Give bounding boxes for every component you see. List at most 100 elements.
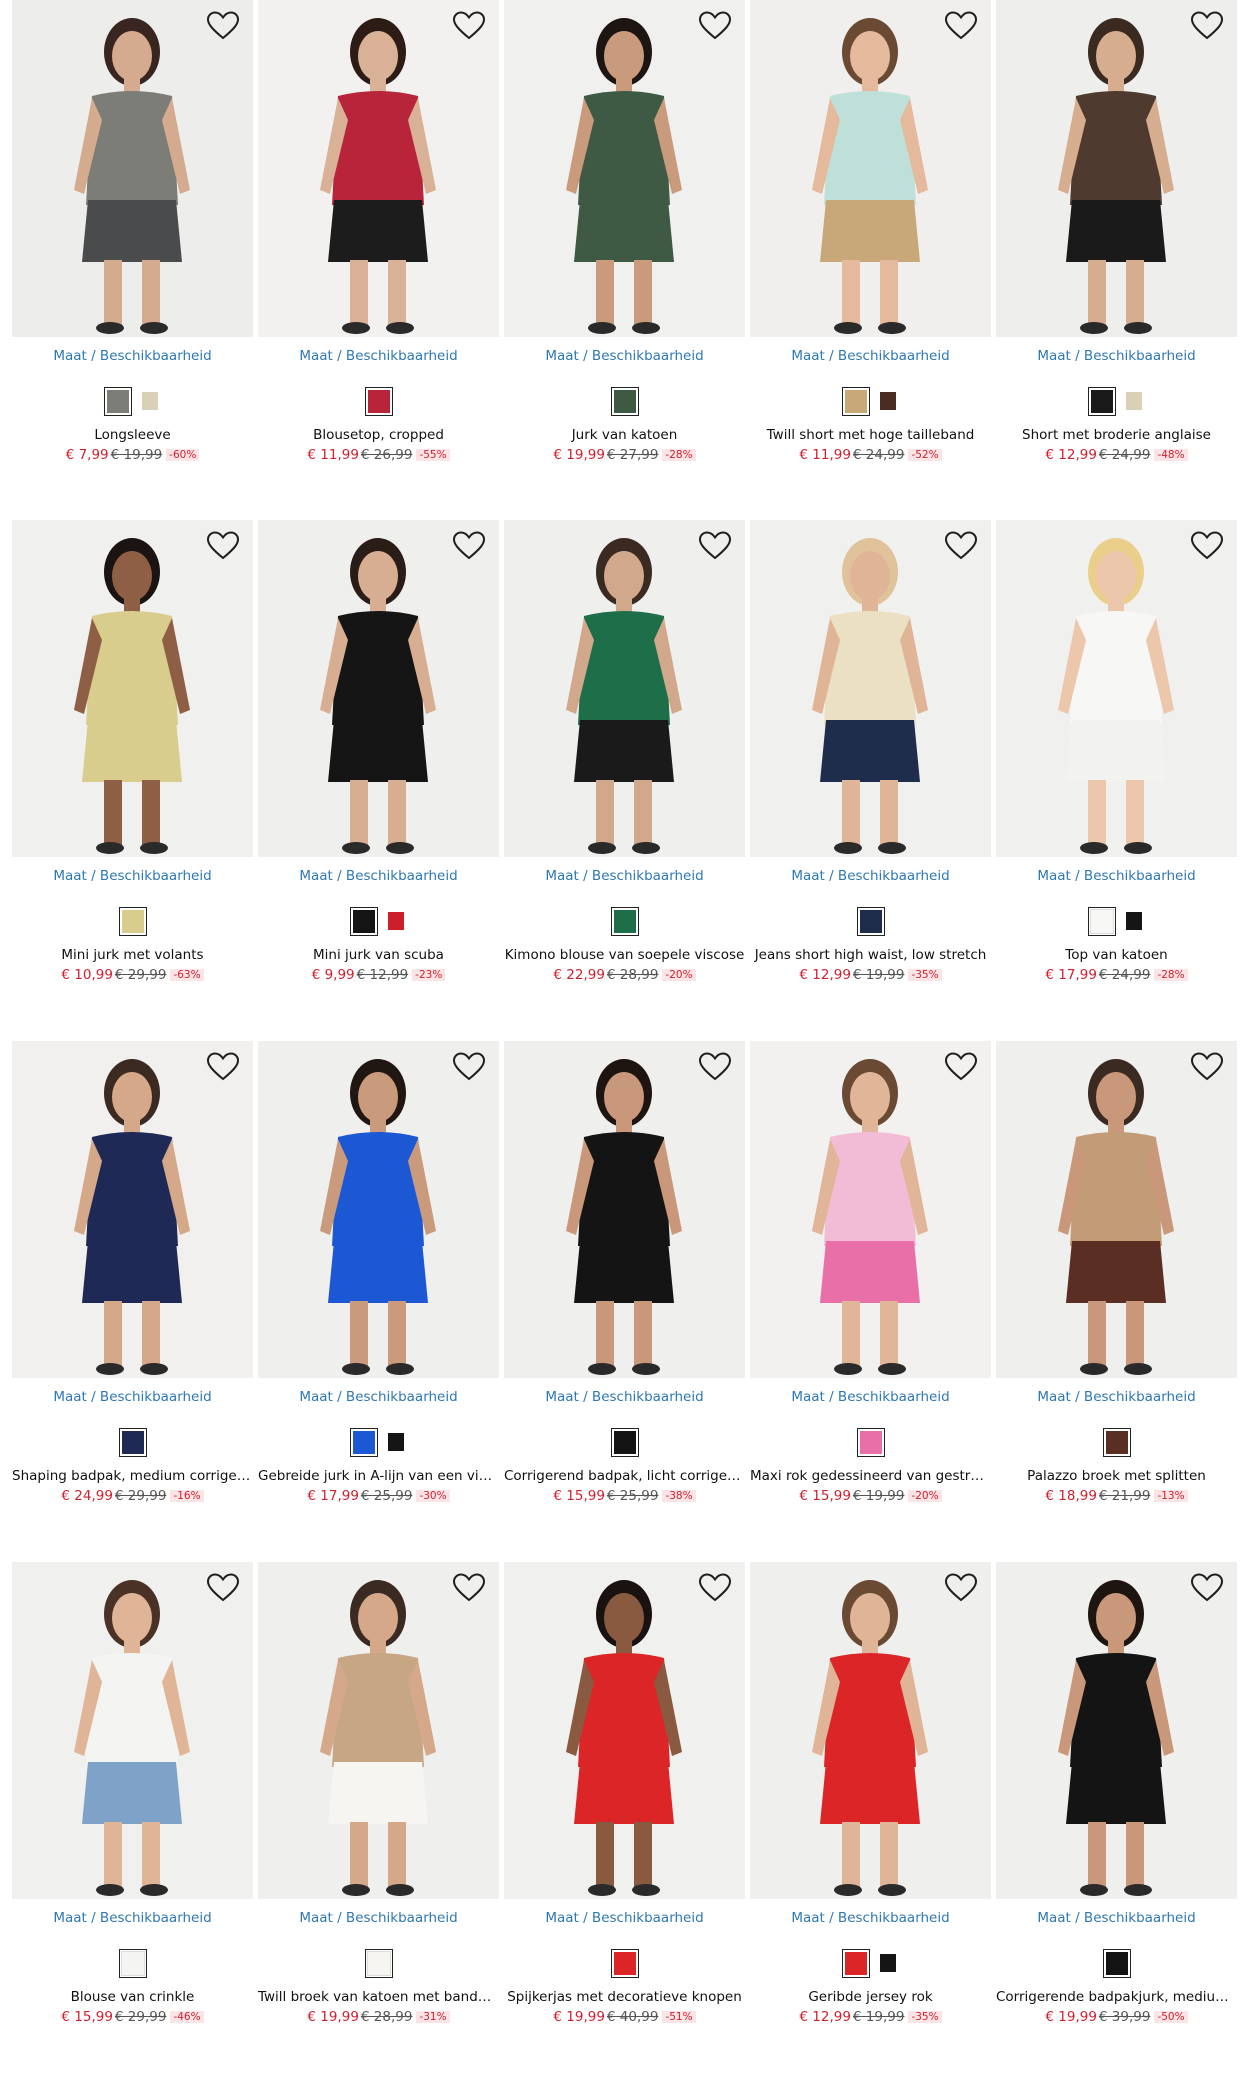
- heart-icon[interactable]: [944, 530, 978, 562]
- product-name[interactable]: Blouse van crinkle: [12, 1989, 253, 2009]
- size-availability-link[interactable]: Maat / Beschikbaarheid: [258, 1389, 499, 1409]
- product-card[interactable]: Maat / Beschikbaarheid Corrigerende badpa…: [996, 1562, 1237, 2029]
- heart-icon[interactable]: [1190, 10, 1224, 42]
- heart-icon[interactable]: [206, 530, 240, 562]
- product-card[interactable]: Maat / Beschikbaarheid Geribde jersey rok…: [750, 1562, 991, 2029]
- size-availability-link[interactable]: Maat / Beschikbaarheid: [750, 1389, 991, 1409]
- product-card[interactable]: Maat / Beschikbaarheid Mini jurk van scub…: [258, 520, 499, 987]
- heart-icon[interactable]: [452, 530, 486, 562]
- size-availability-link[interactable]: Maat / Beschikbaarheid: [504, 868, 745, 888]
- product-card[interactable]: Maat / Beschikbaarheid Twill broek van ka…: [258, 1562, 499, 2029]
- color-swatch[interactable]: [877, 389, 899, 413]
- color-swatch[interactable]: [385, 1430, 407, 1454]
- color-swatch[interactable]: [1102, 1948, 1131, 1978]
- color-swatch[interactable]: [856, 1427, 885, 1457]
- color-swatch[interactable]: [364, 386, 393, 416]
- product-image[interactable]: [258, 1562, 499, 1899]
- product-card[interactable]: Maat / Beschikbaarheid Twill short met ho…: [750, 0, 991, 467]
- heart-icon[interactable]: [698, 530, 732, 562]
- product-image[interactable]: [258, 0, 499, 337]
- product-name[interactable]: Kimono blouse van soepele viscose: [504, 947, 745, 967]
- color-swatch[interactable]: [877, 1951, 899, 1975]
- product-card[interactable]: Maat / Beschikbaarheid Mini jurk met vola…: [12, 520, 253, 987]
- product-image[interactable]: [996, 0, 1237, 337]
- product-image[interactable]: [504, 1041, 745, 1378]
- color-swatch[interactable]: [610, 1948, 639, 1978]
- product-name[interactable]: Jurk van katoen: [504, 427, 745, 447]
- product-image[interactable]: [750, 1562, 991, 1899]
- product-name[interactable]: Top van katoen: [996, 947, 1237, 967]
- color-swatch[interactable]: [1088, 386, 1116, 416]
- product-image[interactable]: [12, 520, 253, 857]
- color-swatch[interactable]: [350, 906, 378, 936]
- size-availability-link[interactable]: Maat / Beschikbaarheid: [750, 868, 991, 888]
- product-name[interactable]: Jeans short high waist, low stretch: [750, 947, 991, 967]
- product-card[interactable]: Maat / Beschikbaarheid Spijkerjas met dec…: [504, 1562, 745, 2029]
- color-swatch[interactable]: [1102, 1427, 1131, 1457]
- color-swatch[interactable]: [118, 1948, 147, 1978]
- color-swatch[interactable]: [610, 386, 639, 416]
- product-image[interactable]: [996, 520, 1237, 857]
- product-image[interactable]: [504, 1562, 745, 1899]
- color-swatch[interactable]: [856, 906, 885, 936]
- color-swatch[interactable]: [350, 1427, 378, 1457]
- color-swatch[interactable]: [118, 1427, 147, 1457]
- product-card[interactable]: Maat / Beschikbaarheid Jurk van katoen € 1…: [504, 0, 745, 467]
- product-name[interactable]: Short met broderie anglaise: [996, 427, 1237, 447]
- color-swatch[interactable]: [104, 386, 132, 416]
- product-image[interactable]: [996, 1041, 1237, 1378]
- size-availability-link[interactable]: Maat / Beschikbaarheid: [996, 348, 1237, 368]
- product-name[interactable]: Mini jurk van scuba: [258, 947, 499, 967]
- product-name[interactable]: Corrigerend badpak, licht corrigerend: [504, 1468, 745, 1488]
- heart-icon[interactable]: [944, 10, 978, 42]
- color-swatch[interactable]: [610, 1427, 639, 1457]
- color-swatch[interactable]: [1123, 909, 1145, 933]
- product-name[interactable]: Mini jurk met volants: [12, 947, 253, 967]
- size-availability-link[interactable]: Maat / Beschikbaarheid: [258, 1910, 499, 1930]
- heart-icon[interactable]: [206, 1051, 240, 1083]
- color-swatch[interactable]: [1088, 906, 1116, 936]
- product-card[interactable]: Maat / Beschikbaarheid Shaping badpak, me…: [12, 1041, 253, 1508]
- heart-icon[interactable]: [944, 1572, 978, 1604]
- product-image[interactable]: [258, 520, 499, 857]
- heart-icon[interactable]: [206, 1572, 240, 1604]
- product-card[interactable]: Maat / Beschikbaarheid Jeans short high w…: [750, 520, 991, 987]
- product-card[interactable]: Maat / Beschikbaarheid Top van katoen € 17…: [996, 520, 1237, 987]
- product-image[interactable]: [750, 1041, 991, 1378]
- product-name[interactable]: Corrigerende badpakjurk, medium corriger…: [996, 1989, 1237, 2009]
- color-swatch[interactable]: [842, 386, 870, 416]
- heart-icon[interactable]: [944, 1051, 978, 1083]
- color-swatch[interactable]: [364, 1948, 393, 1978]
- product-name[interactable]: Maxi rok gedessineerd van gestructureerd…: [750, 1468, 991, 1488]
- product-image[interactable]: [12, 0, 253, 337]
- product-card[interactable]: Maat / Beschikbaarheid Blouse van crinkle…: [12, 1562, 253, 2029]
- product-name[interactable]: Twill broek van katoen met bandplooien: [258, 1989, 499, 2009]
- product-image[interactable]: [12, 1562, 253, 1899]
- heart-icon[interactable]: [452, 1051, 486, 1083]
- product-image[interactable]: [504, 0, 745, 337]
- color-swatch[interactable]: [385, 909, 407, 933]
- heart-icon[interactable]: [698, 1572, 732, 1604]
- color-swatch[interactable]: [1123, 389, 1145, 413]
- product-card[interactable]: Maat / Beschikbaarheid Palazzo broek met …: [996, 1041, 1237, 1508]
- size-availability-link[interactable]: Maat / Beschikbaarheid: [504, 1910, 745, 1930]
- product-image[interactable]: [12, 1041, 253, 1378]
- product-name[interactable]: Blousetop, cropped: [258, 427, 499, 447]
- size-availability-link[interactable]: Maat / Beschikbaarheid: [750, 348, 991, 368]
- product-card[interactable]: Maat / Beschikbaarheid Gebreide jurk in A…: [258, 1041, 499, 1508]
- heart-icon[interactable]: [698, 10, 732, 42]
- size-availability-link[interactable]: Maat / Beschikbaarheid: [504, 348, 745, 368]
- product-name[interactable]: Palazzo broek met splitten: [996, 1468, 1237, 1488]
- color-swatch[interactable]: [139, 389, 161, 413]
- heart-icon[interactable]: [452, 1572, 486, 1604]
- product-image[interactable]: [750, 0, 991, 337]
- size-availability-link[interactable]: Maat / Beschikbaarheid: [258, 348, 499, 368]
- product-card[interactable]: Maat / Beschikbaarheid Corrigerend badpak…: [504, 1041, 745, 1508]
- product-image[interactable]: [996, 1562, 1237, 1899]
- size-availability-link[interactable]: Maat / Beschikbaarheid: [12, 1910, 253, 1930]
- product-name[interactable]: Geribde jersey rok: [750, 1989, 991, 2009]
- color-swatch[interactable]: [610, 906, 639, 936]
- product-image[interactable]: [750, 520, 991, 857]
- product-card[interactable]: Maat / Beschikbaarheid Blousetop, cropped…: [258, 0, 499, 467]
- heart-icon[interactable]: [698, 1051, 732, 1083]
